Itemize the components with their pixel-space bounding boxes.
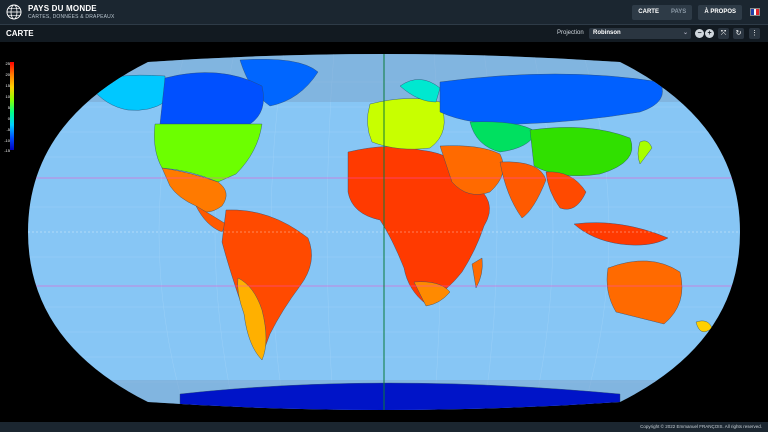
projection-select[interactable]: Robinson ⌄: [589, 28, 691, 39]
legend-tick: 25: [5, 61, 10, 66]
globe-logo-icon[interactable]: [6, 4, 22, 20]
zoom-out-icon[interactable]: −: [695, 29, 704, 38]
europe: [367, 98, 445, 150]
france-flag-icon[interactable]: [750, 8, 760, 16]
zoom-in-icon[interactable]: +: [705, 29, 714, 38]
copyright-text: Copyright © 2022 Emmanuel FRANÇOIS. All …: [640, 424, 762, 429]
legend-tick: -15: [4, 148, 10, 153]
app-subtitle: CARTES, DONNÉES & DRAPEAUX: [28, 13, 115, 20]
top-bar: PAYS DU MONDE CARTES, DONNÉES & DRAPEAUX…: [0, 0, 768, 24]
legend-tick: 5: [7, 105, 10, 110]
legend-tick: 0: [7, 116, 10, 121]
brand[interactable]: PAYS DU MONDE CARTES, DONNÉES & DRAPEAUX: [28, 3, 115, 20]
legend-color-scale: [10, 62, 14, 150]
canada: [159, 72, 264, 125]
main-nav: CARTE PAYS À PROPOS: [632, 0, 768, 24]
nav-countries-button[interactable]: PAYS: [665, 5, 692, 20]
map-area[interactable]: [0, 42, 768, 422]
footer: Copyright © 2022 Emmanuel FRANÇOIS. All …: [0, 422, 768, 432]
projection-label: Projection: [557, 30, 584, 36]
world-map[interactable]: [0, 42, 768, 422]
legend-tick: -10: [4, 138, 10, 143]
projection-value: Robinson: [593, 30, 621, 36]
legend-tick: -5: [6, 127, 10, 132]
antarctica: [179, 382, 621, 410]
view-switch: CARTE PAYS: [632, 4, 693, 20]
reset-icon[interactable]: ↻: [733, 28, 744, 39]
legend-tick: 10: [5, 94, 10, 99]
more-options-icon[interactable]: ⋮: [749, 28, 760, 39]
legend-tick: 15: [5, 83, 10, 88]
legend-tick: 20: [5, 72, 10, 77]
section-title: CARTE: [6, 29, 34, 38]
nav-map-button[interactable]: CARTE: [632, 5, 665, 20]
nav-about-button[interactable]: À PROPOS: [698, 4, 742, 20]
app-title: PAYS DU MONDE: [28, 3, 97, 13]
chevron-down-icon: ⌄: [682, 30, 688, 36]
map-toolbar: CARTE Projection Robinson ⌄ − + ⤧ ↻ ⋮: [0, 24, 768, 42]
fullscreen-icon[interactable]: ⤧: [718, 28, 729, 39]
